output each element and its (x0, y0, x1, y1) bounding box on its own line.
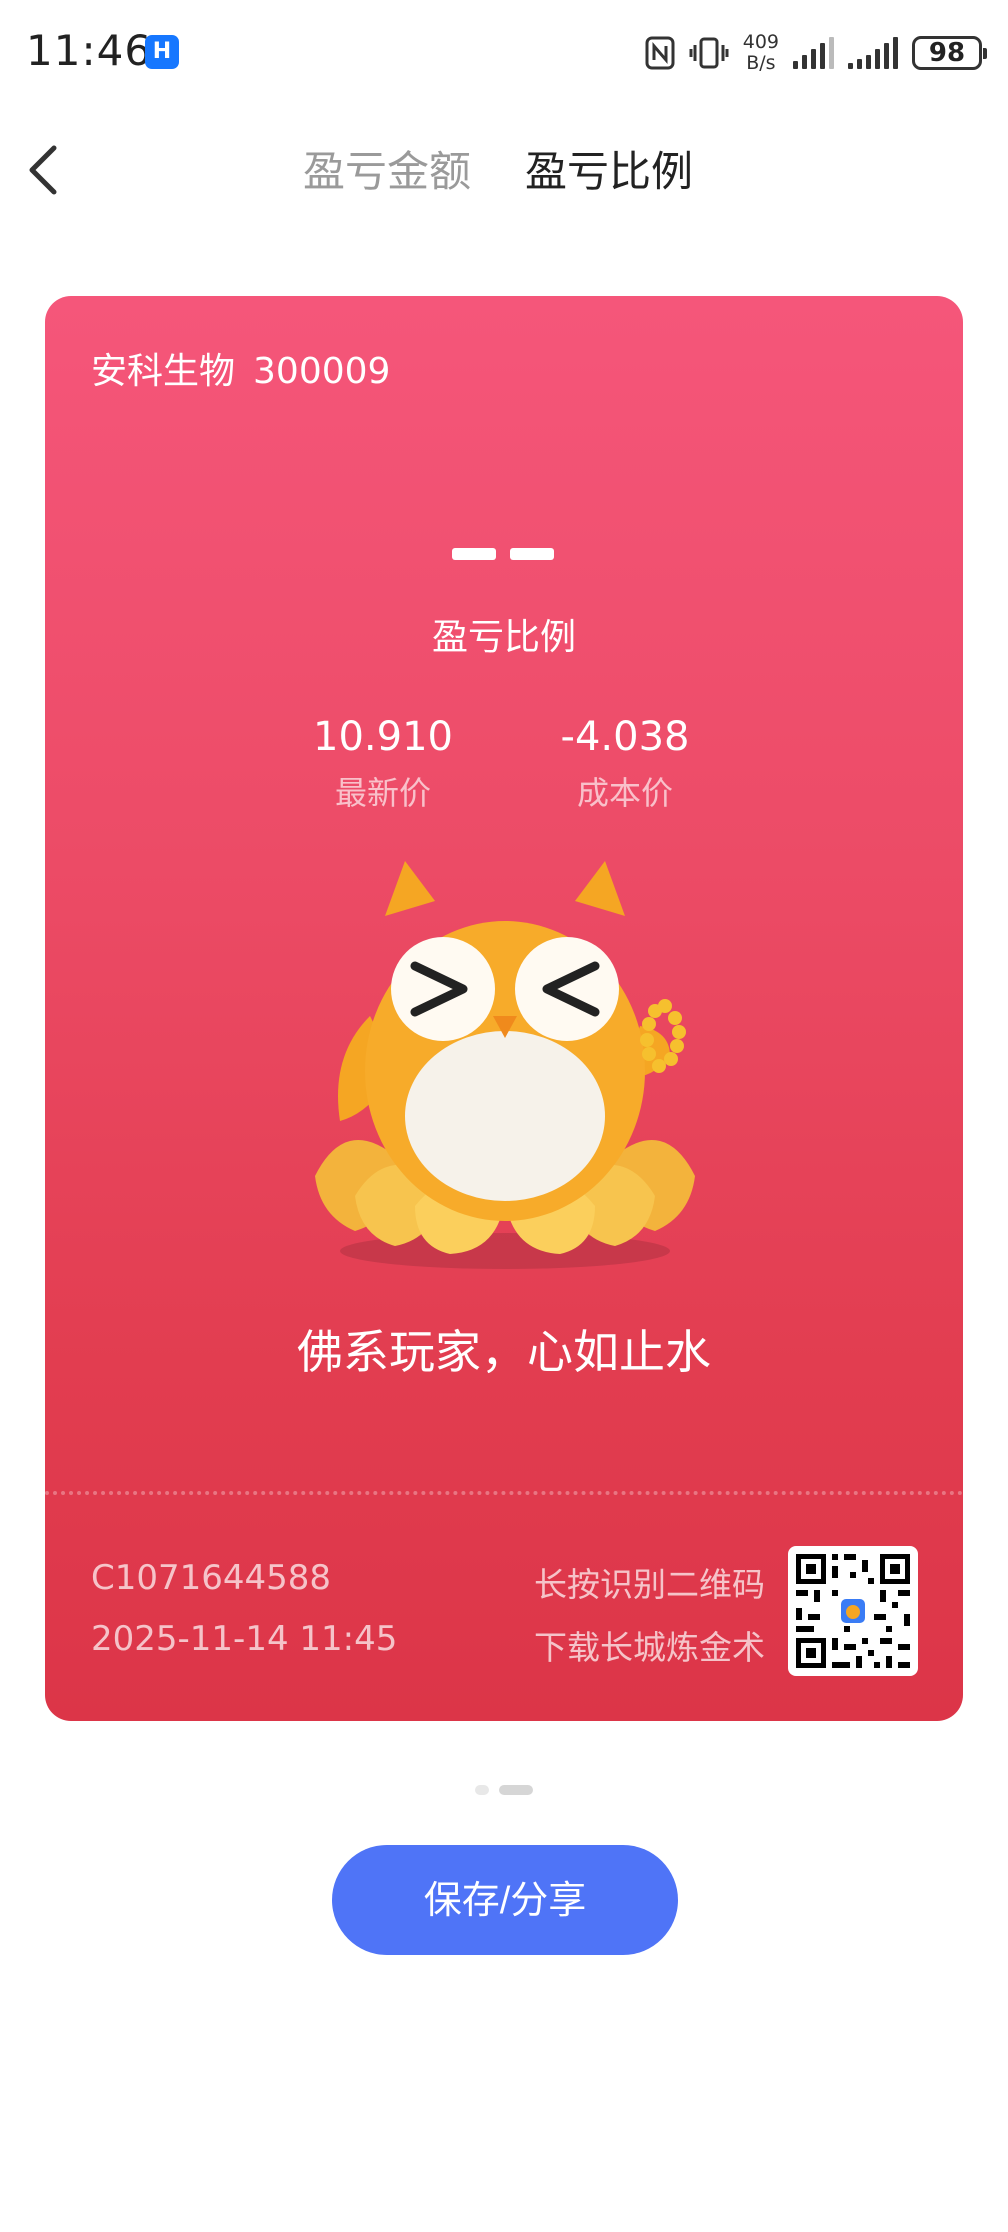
status-bar: 11:46 H 409 B/s 98 (0, 0, 1008, 110)
slogan-text: 佛系玩家，心如止水 (297, 1325, 711, 1379)
page-dot (475, 1785, 489, 1795)
status-icons: 409 B/s 98 (645, 28, 987, 78)
battery-icon: 98 (912, 36, 987, 70)
cost-price: -4.038 成本价 (515, 714, 735, 814)
account-id: C1071644588 (91, 1558, 332, 1598)
cost-price-value: -4.038 (560, 714, 690, 760)
qr-hint-line1: 长按识别二维码 (534, 1565, 765, 1604)
share-card: 安科生物 300009 盈亏比例 10.910 最新价 -4.038 成本价 佛… (45, 296, 963, 1721)
latest-price-label: 最新价 (334, 774, 431, 812)
save-share-button[interactable]: 保存/分享 (332, 1845, 678, 1955)
latest-price-value: 10.910 (313, 714, 453, 760)
vibrate-icon (689, 37, 729, 69)
qr-code[interactable] (788, 1546, 918, 1676)
page-dot-active (499, 1785, 533, 1795)
empty-value-dashes (452, 548, 554, 560)
nfc-icon (645, 36, 675, 70)
qr-hint-line2: 下载长城炼金术 (534, 1628, 765, 1667)
tab-bar: 盈亏金额 盈亏比例 (0, 138, 1008, 208)
stock-info: 安科生物 300009 (91, 342, 390, 394)
dotted-divider (45, 1491, 963, 1495)
ratio-value (45, 516, 963, 572)
tab-profit-ratio[interactable]: 盈亏比例 (525, 138, 693, 199)
stock-name: 安科生物 (91, 351, 236, 392)
tab-profit-amount[interactable]: 盈亏金额 (303, 138, 471, 199)
signal-icon (793, 37, 834, 69)
signal-icon (848, 37, 898, 69)
cost-price-label: 成本价 (576, 774, 673, 812)
stock-code: 300009 (253, 351, 391, 392)
ratio-label: 盈亏比例 (431, 617, 576, 658)
owl-mascot-illustration (315, 861, 695, 1269)
latest-price: 10.910 最新价 (273, 714, 493, 814)
timestamp: 2025-11-14 11:45 (91, 1619, 398, 1659)
page-indicator (0, 1785, 1008, 1795)
app-notification-icon: H (145, 35, 179, 69)
status-time: 11:46 (26, 26, 153, 75)
network-speed: 409 B/s (742, 31, 779, 74)
